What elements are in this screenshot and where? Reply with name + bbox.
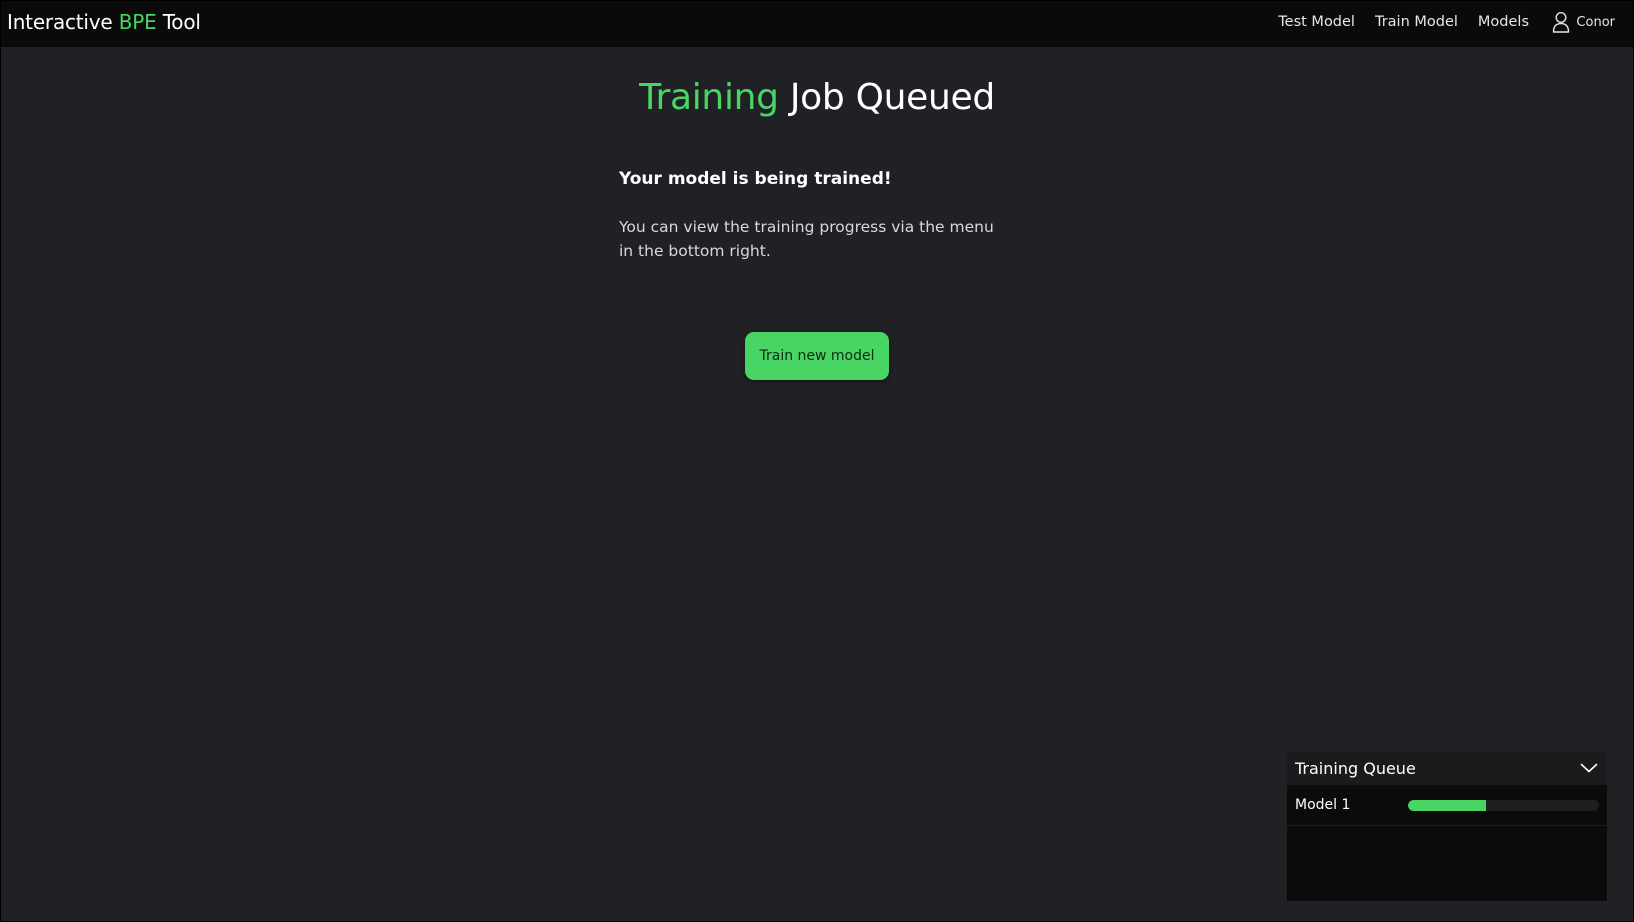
brand-prefix: Interactive: [7, 10, 119, 34]
training-queue-title: Training Queue: [1295, 759, 1416, 778]
nav-link-test-model[interactable]: Test Model: [1278, 14, 1355, 30]
progress-bar: [1407, 799, 1599, 811]
user-icon: [1552, 11, 1570, 33]
status-lead: Your model is being trained!: [619, 169, 892, 189]
app-window: Interactive BPE Tool Test Model Train Mo…: [0, 0, 1634, 922]
nav-link-train-model[interactable]: Train Model: [1375, 14, 1458, 30]
nav-link-models[interactable]: Models: [1478, 14, 1529, 30]
navbar: Interactive BPE Tool Test Model Train Mo…: [1, 1, 1633, 47]
training-queue-header[interactable]: Training Queue: [1287, 752, 1607, 785]
user-menu[interactable]: Conor: [1552, 11, 1615, 33]
user-name: Conor: [1576, 14, 1615, 30]
page-title: Training Job Queued: [1, 77, 1633, 118]
page-title-accent: Training: [639, 77, 779, 118]
status-message: Your model is being trained! You can vie…: [619, 169, 999, 263]
brand-suffix: Tool: [156, 10, 201, 34]
brand-accent: BPE: [118, 10, 157, 34]
training-queue-panel: Training Queue Model 1: [1287, 752, 1607, 901]
queue-item[interactable]: Model 1: [1287, 785, 1607, 826]
status-description: You can view the training progress via t…: [619, 218, 994, 260]
chevron-down-icon[interactable]: [1580, 759, 1598, 778]
train-new-model-button[interactable]: Train new model: [745, 332, 889, 380]
brand-logo[interactable]: Interactive BPE Tool: [7, 10, 201, 34]
progress-bar-fill: [1407, 799, 1487, 811]
nav-links: Test Model Train Model Models: [1278, 14, 1529, 30]
queue-item-name: Model 1: [1295, 797, 1351, 813]
page-title-rest: Job Queued: [778, 77, 995, 118]
